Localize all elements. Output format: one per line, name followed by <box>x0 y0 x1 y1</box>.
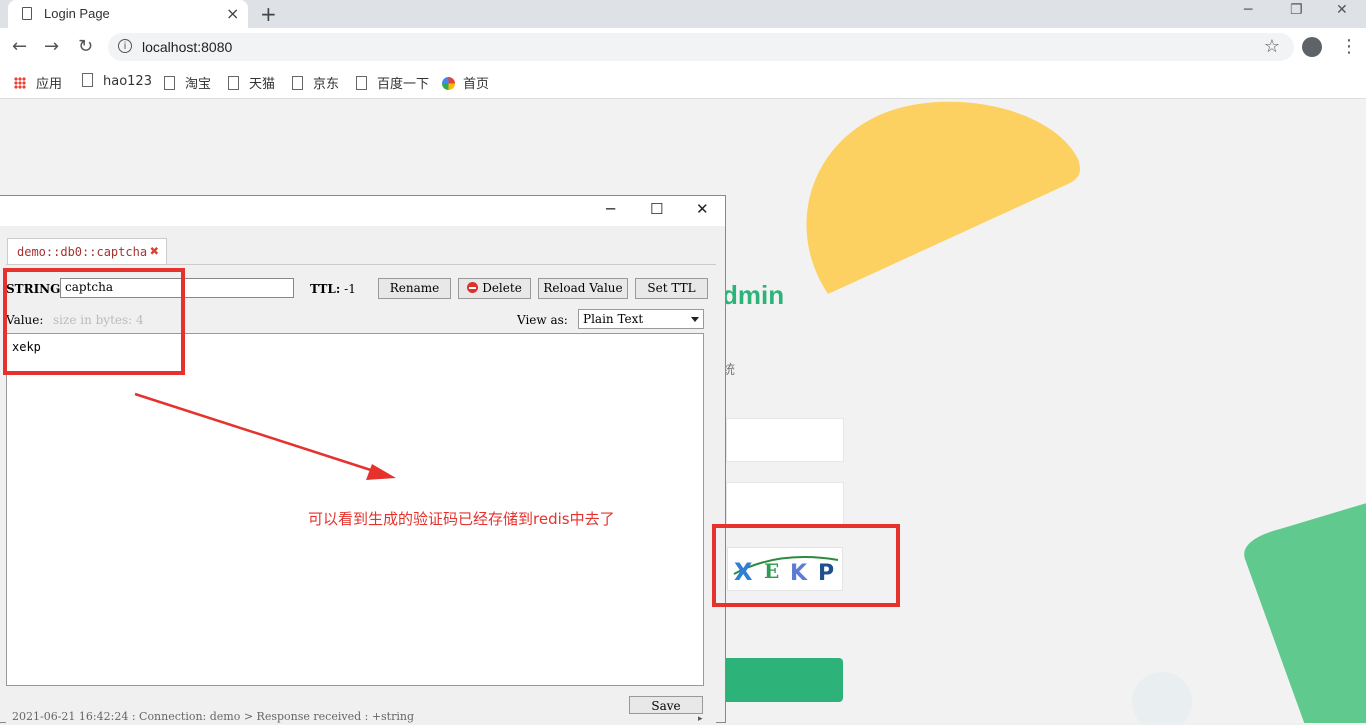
reload-value-button[interactable]: Reload Value <box>538 278 628 299</box>
info-icon[interactable]: i <box>118 39 132 53</box>
save-button[interactable]: Save <box>629 696 703 714</box>
chevron-down-icon <box>691 317 699 322</box>
bookmark-hao123[interactable]: hao123 <box>82 73 152 89</box>
annotation-text: 可以看到生成的验证码已经存储到redis中去了 <box>308 510 615 528</box>
password-input[interactable] <box>726 482 844 526</box>
delete-button[interactable]: Delete <box>458 278 531 299</box>
ttl-display: TTL: -1 <box>310 282 356 296</box>
bookmark-jd[interactable]: 京东 <box>292 73 339 92</box>
browser-toolbar: ← → ↻ i localhost:8080 ☆ <box>0 28 1366 66</box>
url-text: localhost:8080 <box>142 39 233 55</box>
delete-icon <box>467 282 479 293</box>
bookmark-home[interactable]: 首页 <box>442 73 489 92</box>
page-icon <box>82 73 93 87</box>
bookmark-apps[interactable]: 应用 <box>14 73 62 92</box>
apps-grid-icon <box>14 77 26 89</box>
view-as-value: Plain Text <box>583 312 644 326</box>
view-as-label: View as: <box>517 313 568 327</box>
browser-tab-bar: Login Page × + ─ ❐ ✕ <box>0 0 1366 28</box>
ttl-label: TTL: <box>310 282 341 296</box>
window-titlebar: ─ ☐ ✕ <box>0 196 725 226</box>
restore-button[interactable]: ❐ <box>1290 2 1303 18</box>
highlight-box-redis <box>3 268 185 375</box>
bookmark-star-icon[interactable]: ☆ <box>1264 36 1280 57</box>
close-window-button[interactable]: ✕ <box>1336 2 1348 18</box>
brand-title: dmin <box>722 280 785 310</box>
key-tab-label: demo::db0::captcha <box>17 245 148 259</box>
page-icon <box>22 7 32 20</box>
back-arrow-icon[interactable]: ← <box>12 36 27 57</box>
address-bar[interactable]: i localhost:8080 ☆ <box>108 33 1294 61</box>
page-icon <box>164 76 175 90</box>
bookmark-tmall[interactable]: 天猫 <box>228 73 275 92</box>
page-icon <box>228 76 239 90</box>
bookmarks-bar: 应用 hao123 淘宝 天猫 京东 百度一下 首页 <box>0 66 1366 99</box>
tab-title: Login Page <box>44 6 110 21</box>
menu-icon[interactable]: ⋮ <box>1340 36 1358 57</box>
decorative-bubble <box>1132 672 1192 723</box>
log-line: 2021-06-21 16:42:24 : Connection: demo >… <box>12 710 415 723</box>
maximize-button[interactable]: ☐ <box>650 200 663 218</box>
browser-tab[interactable]: Login Page × <box>8 0 248 28</box>
view-as-select[interactable]: Plain Text <box>578 309 704 329</box>
forward-arrow-icon[interactable]: → <box>44 36 59 57</box>
highlight-box-captcha <box>712 524 900 607</box>
tab-close-icon[interactable]: ✖ <box>150 242 159 260</box>
bookmark-baidu[interactable]: 百度一下 <box>356 73 429 92</box>
flower-icon <box>442 77 455 90</box>
reload-icon[interactable]: ↻ <box>78 36 93 57</box>
account-icon[interactable] <box>1302 37 1322 57</box>
close-window-button[interactable]: ✕ <box>696 200 709 218</box>
minimize-button[interactable]: ─ <box>606 200 615 218</box>
tab-close-icon[interactable]: × <box>226 4 239 23</box>
login-button[interactable] <box>726 658 843 702</box>
rename-button[interactable]: Rename <box>378 278 451 299</box>
delete-label: Delete <box>482 281 522 295</box>
key-tab[interactable]: demo::db0::captcha ✖ <box>7 238 167 265</box>
username-input[interactable] <box>726 418 844 462</box>
bookmark-taobao[interactable]: 淘宝 <box>164 73 211 92</box>
page-icon <box>356 76 367 90</box>
minimize-button[interactable]: ─ <box>1244 2 1252 18</box>
set-ttl-button[interactable]: Set TTL <box>635 278 708 299</box>
decorative-green-shape <box>1244 503 1366 723</box>
page-icon <box>292 76 303 90</box>
ttl-value: -1 <box>344 282 356 296</box>
new-tab-button[interactable]: + <box>260 2 277 26</box>
decorative-yellow-shape <box>806 101 1080 294</box>
